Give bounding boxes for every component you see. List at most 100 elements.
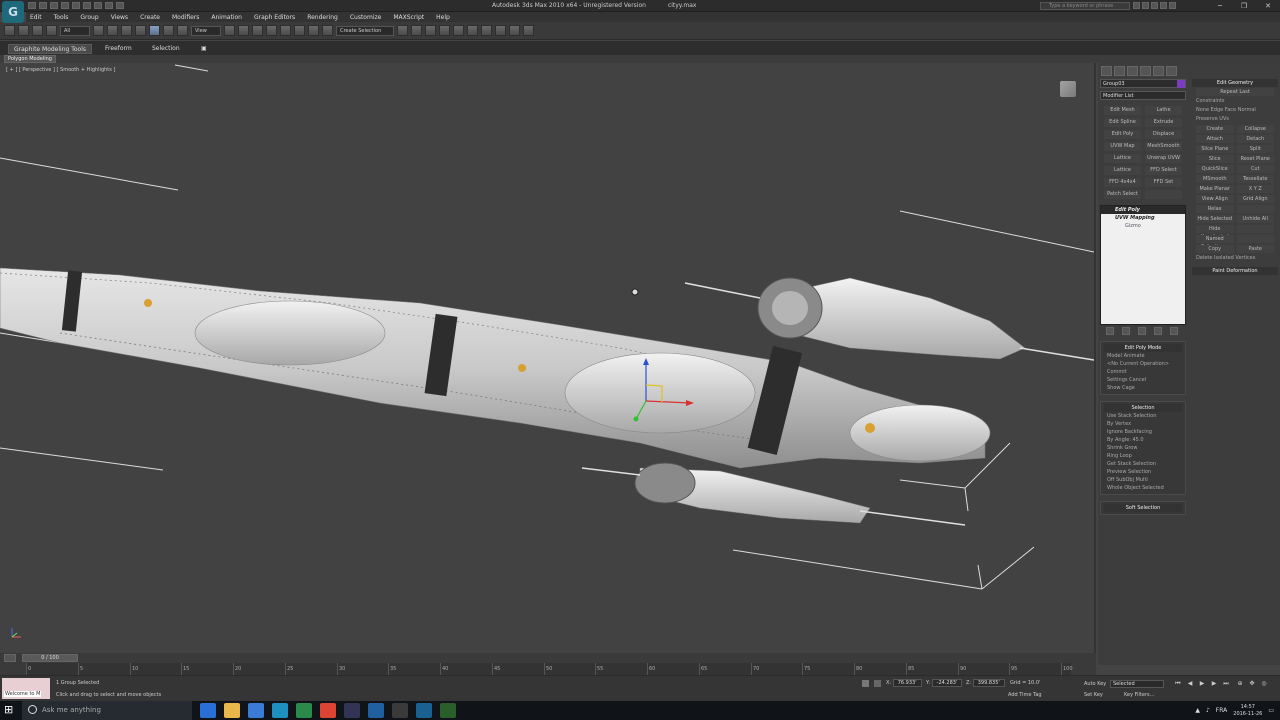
show-end-result-icon[interactable]: [1122, 327, 1130, 335]
schematic-view-icon[interactable]: [467, 25, 478, 36]
named-selection-dropdown[interactable]: Create Selection: [336, 25, 394, 36]
key-selection-dropdown[interactable]: Selected: [1110, 680, 1164, 688]
mod-button[interactable]: Edit Mesh: [1104, 106, 1141, 115]
geometry-button[interactable]: QuickSlice: [1196, 165, 1234, 173]
geometry-button[interactable]: Cut: [1236, 165, 1274, 173]
mod-button[interactable]: Patch Select: [1104, 190, 1141, 199]
new-icon[interactable]: [28, 2, 36, 9]
track-bar[interactable]: 0 5 10 15 20 25 30 35 40 45 50 55 60 65 70 75 80 85 90 95 10…: [26, 663, 1073, 675]
preview-selection-radio[interactable]: Off SubObj Multi: [1104, 476, 1182, 484]
geometry-button[interactable]: Reset Plane: [1236, 155, 1274, 163]
get-stack-selection-button[interactable]: Get Stack Selection: [1104, 460, 1182, 468]
menu-views[interactable]: Views: [111, 14, 128, 21]
orbit-icon[interactable]: ◎: [1260, 680, 1268, 688]
show-cage-checkbox[interactable]: Show Cage: [1104, 384, 1182, 392]
mod-button[interactable]: Lathe: [1145, 106, 1182, 115]
save-icon[interactable]: [50, 2, 58, 9]
tab-freeform[interactable]: Freeform: [100, 44, 137, 54]
geometry-button[interactable]: Detach: [1236, 135, 1274, 143]
menu-modifiers[interactable]: Modifiers: [172, 14, 199, 21]
undo-icon[interactable]: [61, 2, 69, 9]
go-to-end-icon[interactable]: ⏭: [1222, 680, 1230, 688]
curve-editor-icon[interactable]: [453, 25, 464, 36]
hold-icon[interactable]: [83, 2, 91, 9]
ring-loop-buttons[interactable]: Ring Loop: [1104, 452, 1182, 460]
selection-filter-dropdown[interactable]: All: [60, 25, 90, 36]
dropdown-icon[interactable]: [116, 2, 124, 9]
x-coordinate[interactable]: X: 76.933': [886, 679, 922, 687]
z-value[interactable]: 399.835': [972, 679, 1005, 687]
help-search-input[interactable]: Type a keyword or phrase: [1040, 2, 1130, 10]
settings-cancel-buttons[interactable]: Settings Cancel: [1104, 376, 1182, 384]
undo-icon[interactable]: [4, 25, 15, 36]
remove-modifier-icon[interactable]: [1154, 327, 1162, 335]
close-icon[interactable]: ✕: [1256, 0, 1280, 12]
polygon-modeling-panel[interactable]: Polygon Modeling: [4, 55, 56, 63]
geometry-button[interactable]: Split: [1236, 145, 1274, 153]
zoom-icon[interactable]: ⊕: [1236, 680, 1244, 688]
graphite-toggle-icon[interactable]: [439, 25, 450, 36]
edit-named-selection-icon[interactable]: [322, 25, 333, 36]
menu-help[interactable]: Help: [436, 14, 450, 21]
paint-deformation-rollout[interactable]: Paint Deformation: [1192, 267, 1278, 275]
spaceship-model[interactable]: [0, 267, 1094, 526]
rollout-header[interactable]: Edit Geometry: [1192, 79, 1278, 87]
configure-sets-icon[interactable]: [1170, 327, 1178, 335]
modifier-stack[interactable]: Edit Poly UVW Mapping Gizmo: [1100, 205, 1186, 325]
select-by-name-icon[interactable]: [107, 25, 118, 36]
rollout-header[interactable]: Soft Selection: [1104, 504, 1182, 512]
link-icon[interactable]: [32, 25, 43, 36]
taskbar-app-icon[interactable]: [392, 703, 408, 718]
reference-coordinate-dropdown[interactable]: View: [191, 25, 221, 36]
taskbar-app-icon[interactable]: [296, 703, 312, 718]
geometry-button[interactable]: Paste: [1236, 245, 1274, 253]
mod-button[interactable]: FFD Select: [1145, 166, 1182, 175]
stack-item-uvw-mapping[interactable]: UVW Mapping: [1101, 214, 1185, 222]
mod-button[interactable]: Lattice: [1104, 154, 1141, 163]
mod-button[interactable]: Lattice: [1104, 166, 1141, 175]
next-frame-icon[interactable]: ▶: [1210, 680, 1218, 688]
play-icon[interactable]: ▶: [1198, 680, 1206, 688]
select-move-icon[interactable]: [149, 25, 160, 36]
snaps-toggle-icon[interactable]: [266, 25, 277, 36]
menu-rendering[interactable]: Rendering: [307, 14, 338, 21]
mod-button[interactable]: Edit Poly: [1104, 130, 1141, 139]
geometry-button[interactable]: Create: [1196, 125, 1234, 133]
menu-create[interactable]: Create: [140, 14, 160, 21]
clock[interactable]: 14:57 2016-11-26: [1233, 704, 1262, 718]
mod-button[interactable]: [1145, 190, 1182, 199]
hierarchy-tab-icon[interactable]: [1127, 66, 1138, 76]
geometry-button[interactable]: MSmooth: [1196, 175, 1234, 183]
geometry-button[interactable]: [1236, 225, 1274, 233]
motion-tab-icon[interactable]: [1140, 66, 1151, 76]
keyboard-shortcut-icon[interactable]: [252, 25, 263, 36]
stack-item-edit-poly[interactable]: Edit Poly: [1101, 206, 1185, 214]
layer-manager-icon[interactable]: [425, 25, 436, 36]
network-icon[interactable]: ▲: [1195, 707, 1200, 714]
notifications-icon[interactable]: ▭: [1268, 707, 1274, 714]
mod-button[interactable]: Extrude: [1145, 118, 1182, 127]
pin-stack-icon[interactable]: [1106, 327, 1114, 335]
y-coordinate[interactable]: Y: -24.283': [926, 679, 963, 687]
taskbar-app-icon[interactable]: [248, 703, 264, 718]
make-unique-icon[interactable]: [1138, 327, 1146, 335]
search-icon[interactable]: [1133, 2, 1140, 9]
utilities-tab-icon[interactable]: [1166, 66, 1177, 76]
object-color-swatch[interactable]: [1177, 80, 1185, 88]
shrink-grow-buttons[interactable]: Shrink Grow: [1104, 444, 1182, 452]
geometry-button[interactable]: [1236, 205, 1274, 213]
repeat-last-button[interactable]: Repeat Last: [1196, 88, 1274, 96]
select-object-icon[interactable]: [93, 25, 104, 36]
redo-icon[interactable]: [18, 25, 29, 36]
mod-button[interactable]: FFD 4x4x4: [1104, 178, 1141, 187]
menu-edit[interactable]: Edit: [30, 14, 42, 21]
taskbar-app-icon[interactable]: [440, 703, 456, 718]
menu-tools[interactable]: Tools: [54, 14, 69, 21]
3ds-max-logo-icon[interactable]: G: [2, 1, 24, 23]
taskbar-app-icon[interactable]: [224, 703, 240, 718]
maxscript-listener[interactable]: Welcome to M: [2, 678, 50, 699]
tab-selection[interactable]: Selection: [147, 44, 185, 54]
rectangle-selection-icon[interactable]: [121, 25, 132, 36]
percent-snap-icon[interactable]: [294, 25, 305, 36]
geometry-button[interactable]: Collapse: [1236, 125, 1274, 133]
